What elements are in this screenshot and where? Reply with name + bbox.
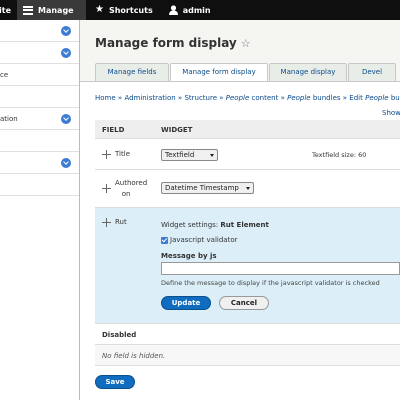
breadcrumb-separator: » [219,94,224,102]
cancel-button[interactable]: Cancel [219,296,269,310]
sidebar-item-label: ation [0,114,18,123]
page-content: Home » Administration » Structure » Peop… [80,81,400,400]
tab-label: Manage fields [107,68,157,76]
sidebar-item-4[interactable] [0,86,79,108]
widget-settings-heading: Widget settings: Rut Element [161,221,269,229]
sidebar-item-6[interactable] [0,130,79,152]
tab-manage-form-display[interactable]: Manage form display [170,63,268,81]
breadcrumb-separator: » [280,94,285,102]
javascript-validator-option[interactable]: Javascript validator [161,236,237,244]
save-button-label: Save [105,378,125,386]
tab-label: Devel [361,68,383,76]
tab-label: Manage form display [182,68,256,76]
update-button-label: Update [171,299,201,307]
breadcrumb-edit[interactable]: Edit People bundle [349,94,400,102]
message-by-js-input[interactable] [161,262,400,275]
table-row-rut: Rut Widget settings: Rut Element Javascr… [95,208,400,324]
dropdown-arrow-icon [210,154,214,157]
sidebar-item-1[interactable] [0,20,79,42]
toolbar-manage-button[interactable]: Manage [17,0,86,20]
save-button[interactable]: Save [95,375,135,389]
no-field-hidden-text: No field is hidden. [102,352,166,360]
sidebar-item-5[interactable]: ation [0,108,79,130]
field-label: Title [115,150,131,158]
widget-select-authored-on[interactable]: Datetime Timestamp [161,182,254,194]
message-by-js-label: Message by js [161,252,217,260]
column-header-widget: WIDGET [161,126,193,134]
toolbar-shortcuts-label: Shortcuts [108,5,153,15]
widget-select-title[interactable]: Textfield [161,149,218,161]
page-title-text: Manage form display [95,36,237,50]
table-header: FIELD WIDGET [95,120,400,139]
admin-toolbar: ite Manage ★ Shortcuts admin [0,0,400,20]
sidebar-item-label: ce [0,70,9,79]
user-icon [168,5,178,15]
widget-select-value: Textfield [165,151,195,159]
update-button[interactable]: Update [161,296,211,310]
tab-devel[interactable]: Devel [348,63,396,81]
chevron-down-icon[interactable] [61,48,71,58]
page-title: Manage form display ☆ [95,36,251,50]
admin-sidebar: ce ation [0,20,80,400]
drag-handle-icon[interactable] [102,218,111,227]
chevron-down-icon[interactable] [61,114,71,124]
tab-label: Manage display [280,68,336,76]
main-region: Manage form display ☆ Manage fields Manag… [80,20,400,400]
column-header-field: FIELD [102,126,125,134]
shortcut-star-icon[interactable]: ☆ [241,37,251,50]
toolbar-shortcuts-button[interactable]: ★ Shortcuts [86,0,159,20]
tab-manage-fields[interactable]: Manage fields [95,63,169,81]
disabled-region-header: Disabled [95,324,400,345]
cancel-button-label: Cancel [230,299,258,307]
sidebar-item-8[interactable] [0,174,79,196]
breadcrumb-administration[interactable]: Administration [124,94,175,102]
table-row-title: Title Textfield Textfield size: 60 [95,139,400,170]
field-label: Authored on [115,179,148,198]
disabled-region-label: Disabled [102,331,137,339]
breadcrumb-separator: » [342,94,348,102]
drag-handle-icon[interactable] [102,150,111,159]
toolbar-manage-label: Manage [38,5,74,15]
message-by-js-description: Define the message to display if the jav… [161,279,380,287]
sidebar-item-2[interactable] [0,42,79,64]
breadcrumb-people-content[interactable]: People content [226,94,279,102]
toolbar-site-label: ite [0,5,11,15]
drag-handle-icon[interactable] [102,184,111,193]
field-label: Rut [115,218,127,226]
javascript-validator-label: Javascript validator [170,236,238,244]
show-row-weights-link[interactable]: Show [382,109,400,117]
primary-tabs: Manage fields Manage form display Manage… [95,63,397,81]
dropdown-arrow-icon [246,187,250,190]
sidebar-item-7[interactable] [0,152,79,174]
breadcrumb-structure[interactable]: Structure [184,94,217,102]
chevron-down-icon[interactable] [61,26,71,36]
star-icon: ★ [95,4,104,15]
javascript-validator-checkbox[interactable] [161,236,168,244]
toolbar-user-button[interactable]: admin [159,0,217,20]
hamburger-icon [23,5,33,15]
table-row-authored-on: Authored on Datetime Timestamp [95,170,400,208]
widget-select-value: Datetime Timestamp [165,184,239,192]
breadcrumb-people-bundles[interactable]: People bundles [287,94,340,102]
toolbar-site-link[interactable]: ite [0,0,17,20]
breadcrumb-home[interactable]: Home [95,94,116,102]
widget-summary: Textfield size: 60 [312,151,367,159]
tab-manage-display[interactable]: Manage display [269,63,347,81]
breadcrumb: Home » Administration » Structure » Peop… [95,94,400,102]
breadcrumb-separator: » [117,94,123,102]
toolbar-user-label: admin [182,5,211,15]
chevron-down-icon[interactable] [61,158,71,168]
breadcrumb-separator: » [177,94,183,102]
sidebar-item-3[interactable]: ce [0,64,79,86]
no-field-hidden-row: No field is hidden. [95,345,400,366]
